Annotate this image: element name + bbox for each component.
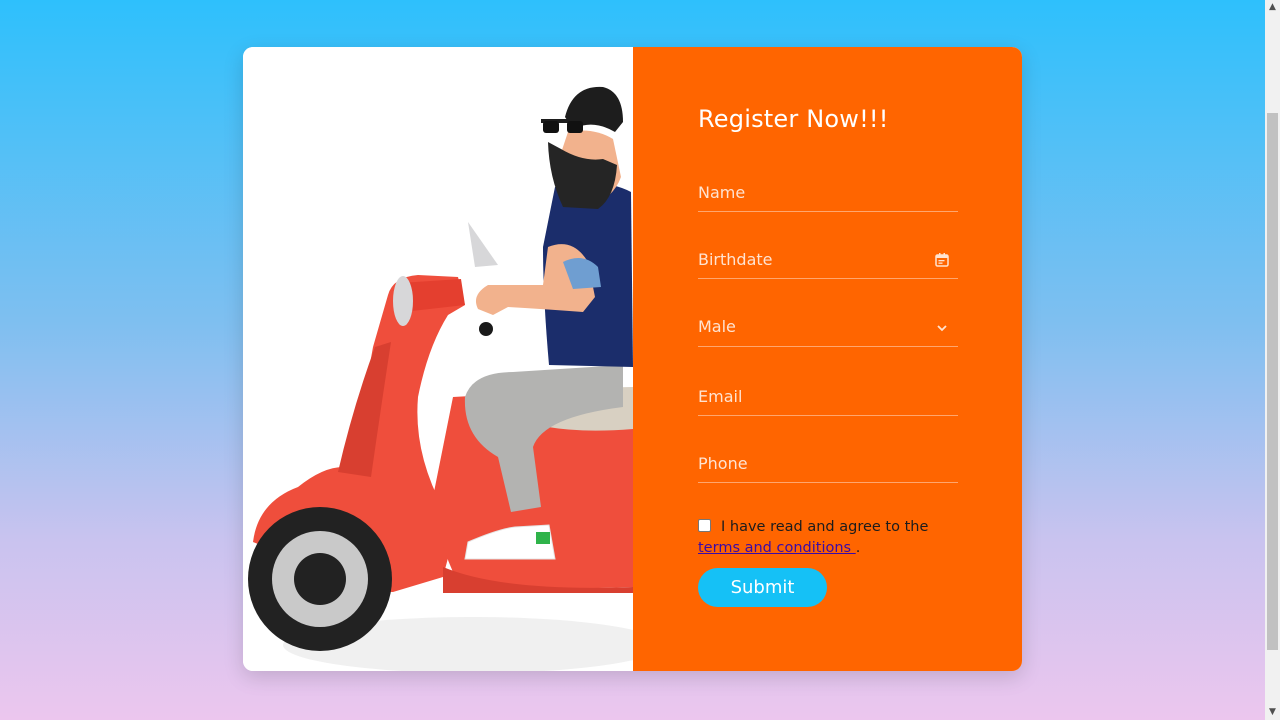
terms-checkbox[interactable] <box>698 519 711 532</box>
register-card: Register Now!!! Male <box>243 47 1022 671</box>
calendar-icon[interactable] <box>934 252 950 268</box>
birthdate-field-wrapper <box>698 244 958 279</box>
email-input[interactable] <box>698 381 928 411</box>
terms-link[interactable]: terms and conditions <box>698 540 856 556</box>
consent-end: . <box>855 540 861 556</box>
registration-form: Register Now!!! Male <box>633 47 1022 671</box>
scroll-up-icon[interactable]: ▲ <box>1265 0 1280 15</box>
consent-text: I have read and agree to the <box>721 519 929 535</box>
name-input[interactable] <box>698 177 928 207</box>
rider-on-scooter-image <box>248 86 633 671</box>
scroll-down-icon[interactable]: ▼ <box>1265 705 1280 720</box>
scrollbar-thumb[interactable] <box>1267 113 1278 650</box>
email-field-wrapper <box>698 381 958 416</box>
gender-select[interactable]: Male <box>698 312 958 347</box>
form-title: Register Now!!! <box>698 105 889 133</box>
chevron-down-icon[interactable] <box>934 320 950 336</box>
gender-selected-value[interactable]: Male <box>698 312 928 342</box>
terms-consent: I have read and agree to the terms and c… <box>698 517 968 559</box>
page-scrollbar[interactable]: ▲ ▼ <box>1265 0 1280 720</box>
phone-field-wrapper <box>698 448 958 483</box>
name-field-wrapper <box>698 177 958 212</box>
phone-input[interactable] <box>698 448 928 478</box>
birthdate-input[interactable] <box>698 244 928 274</box>
submit-button[interactable]: Submit <box>698 568 827 607</box>
scooter-illustration <box>243 47 633 671</box>
